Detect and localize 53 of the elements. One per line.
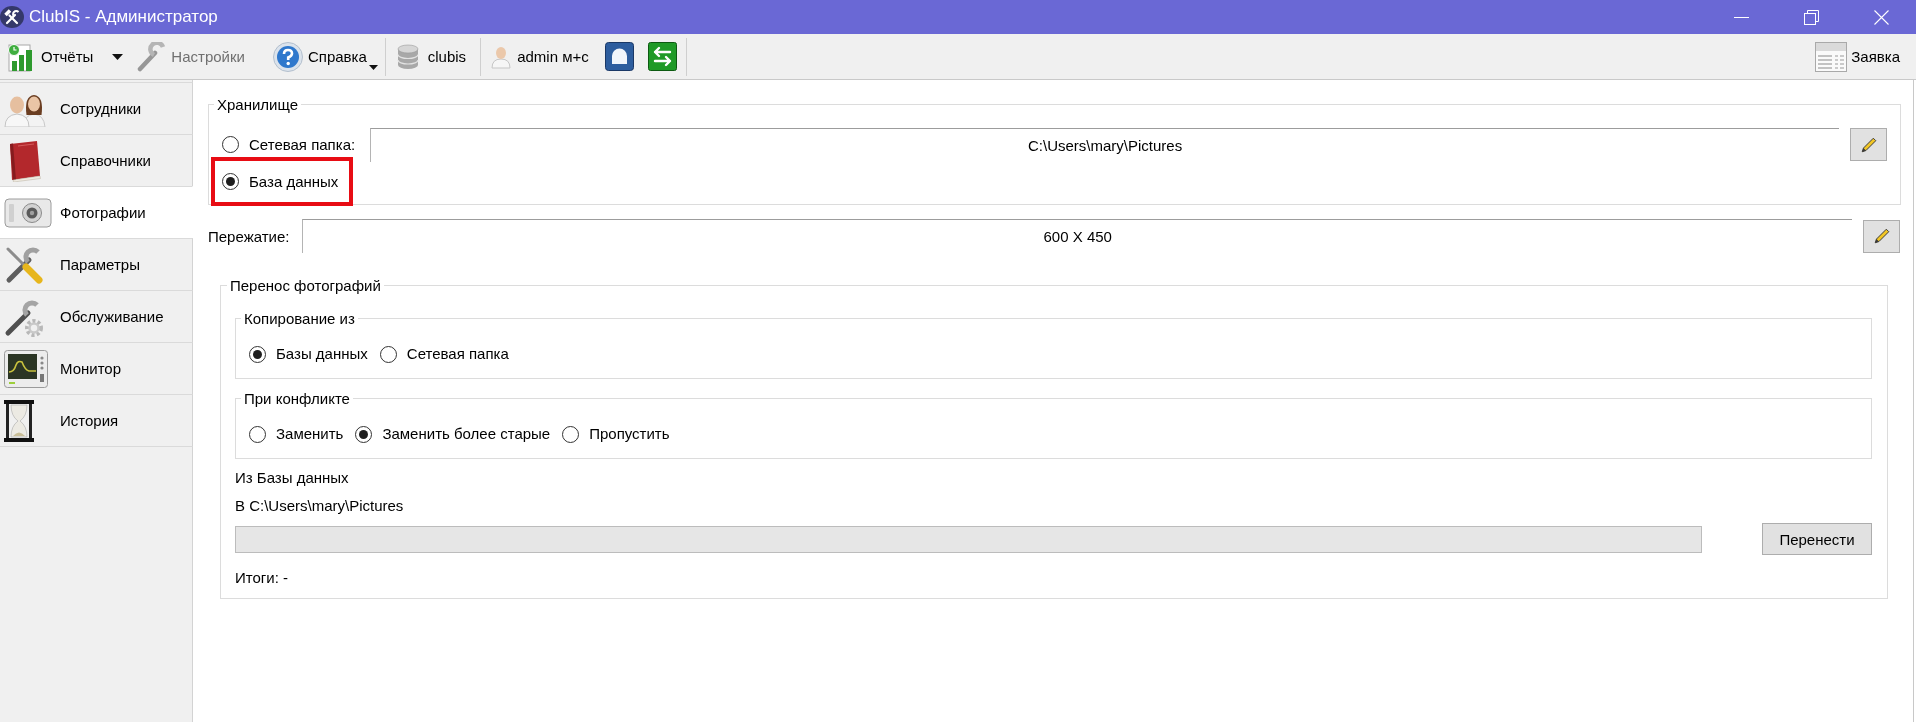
radio-button[interactable]: [249, 345, 266, 363]
radio-button[interactable]: [355, 425, 373, 443]
radio-label: Сетевая папка: [406, 344, 509, 364]
sidebar-item[interactable]: Фотографии: [0, 186, 193, 238]
edit-button[interactable]: [1863, 219, 1900, 253]
restore-icon[interactable]: [1803, 9, 1819, 25]
radio-label: Пропустить: [589, 424, 670, 444]
group-title: При конфликте: [243, 390, 351, 407]
radio-button[interactable]: [562, 425, 580, 443]
help-button[interactable]: Справка: [270, 38, 380, 75]
size-field[interactable]: 600 X 450: [302, 219, 1852, 253]
camera-icon: [4, 197, 52, 228]
monitor-icon: [4, 349, 48, 388]
radio-label: Заменить: [276, 424, 344, 444]
database-icon: [396, 43, 419, 70]
sidebar-item[interactable]: История: [0, 394, 193, 447]
radio-label: База данных: [249, 171, 339, 192]
minimize-icon[interactable]: [1733, 16, 1749, 18]
group-title: Хранилище: [216, 96, 299, 113]
reports-button[interactable]: Отчёты: [4, 38, 96, 75]
radio-button[interactable]: [249, 425, 266, 443]
transfer-button[interactable]: Перенести: [1762, 523, 1872, 555]
radio-label: Базы данных: [276, 344, 368, 364]
swap-arrows-icon[interactable]: [647, 42, 677, 71]
user-icon: [491, 44, 512, 69]
request-button[interactable]: Заявка: [1813, 38, 1902, 75]
radio-label: Заменить более старые: [382, 424, 551, 444]
edit-button[interactable]: [1850, 128, 1887, 161]
caret-icon[interactable]: [112, 53, 124, 60]
field-label: Пережатие:: [208, 227, 290, 245]
close-icon[interactable]: [1873, 9, 1889, 25]
radio-label: Сетевая папка:: [249, 134, 356, 155]
pencil-icon: [1873, 228, 1890, 244]
hourglass-icon: [4, 399, 34, 442]
window-title: ClubIS - Администратор: [29, 7, 218, 27]
help-icon: [272, 41, 303, 72]
wrench-icon: [136, 41, 167, 72]
dome-tile-icon[interactable]: [604, 42, 634, 71]
group-title: Копирование из: [243, 310, 356, 327]
table-icon: [1815, 41, 1848, 72]
radio-button[interactable]: [222, 136, 239, 153]
group-title: Перенос фотографий: [229, 277, 382, 294]
radio-button[interactable]: [379, 345, 397, 363]
source-text: Из Базы данных: [235, 468, 350, 488]
path-field[interactable]: C:\Users\mary\Pictures: [370, 127, 1839, 162]
summary-text: Итоги: -: [235, 568, 289, 588]
user-button[interactable]: admin м+с: [489, 38, 591, 75]
pencil-icon: [1860, 136, 1877, 153]
caret-icon: [368, 64, 378, 70]
destination-text: В C:\Users\mary\Pictures: [235, 496, 405, 516]
tools-icon: [0, 6, 24, 28]
database-button[interactable]: clubis: [394, 38, 469, 75]
radio-button[interactable]: [222, 173, 239, 190]
